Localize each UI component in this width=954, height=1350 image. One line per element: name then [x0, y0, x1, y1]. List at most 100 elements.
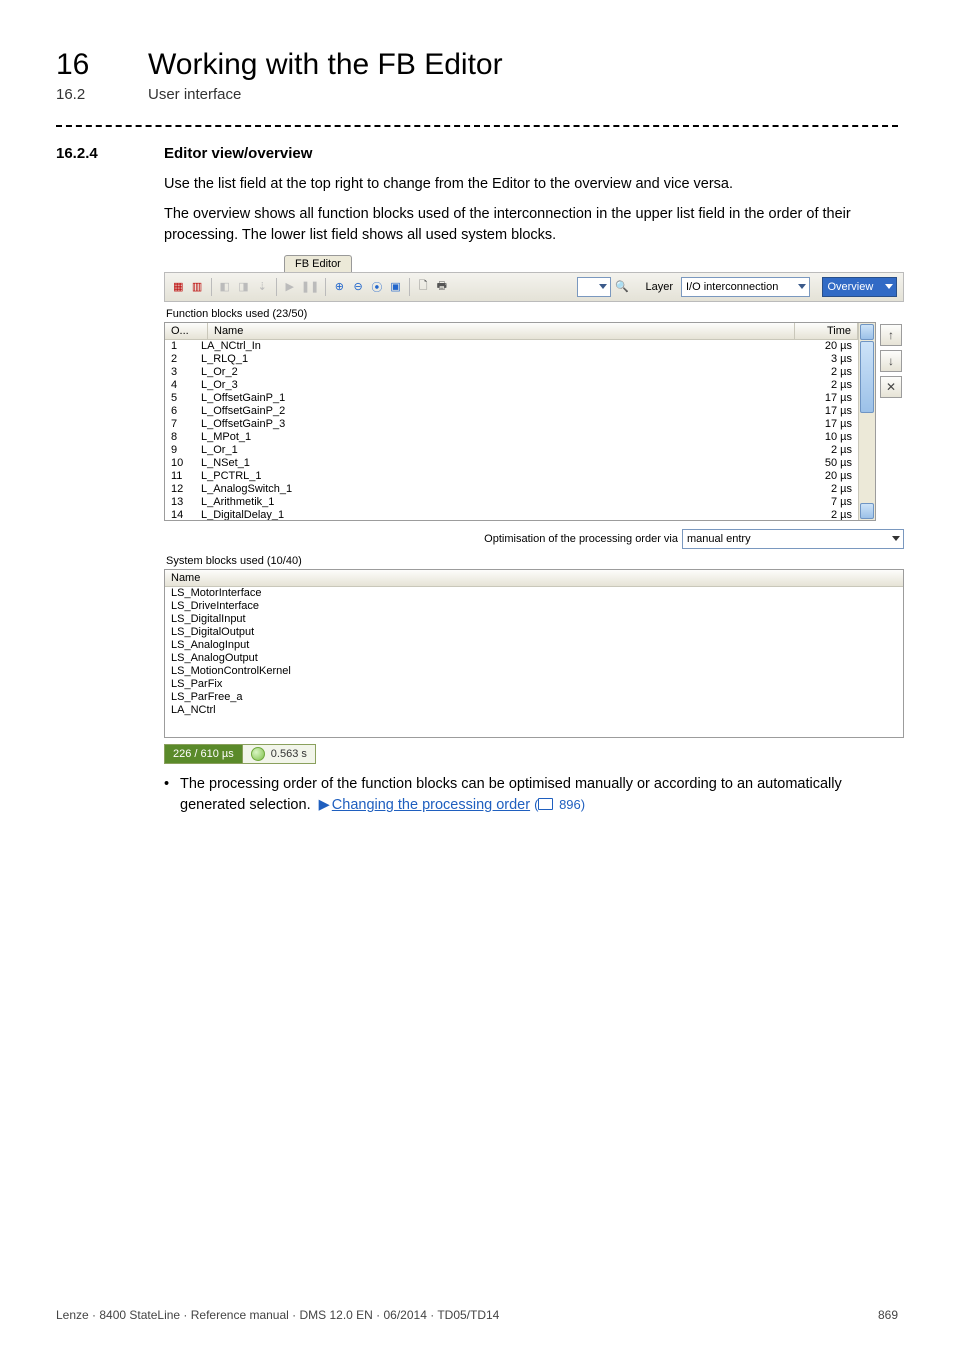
- cell-order: 14: [171, 509, 201, 520]
- table-row[interactable]: 12L_AnalogSwitch_12 µs: [165, 483, 858, 496]
- cell-time: 17 µs: [802, 405, 852, 418]
- cell-order: 4: [171, 379, 201, 392]
- layer-combo[interactable]: I/O interconnection: [681, 277, 810, 297]
- toolbar-icon-2[interactable]: ▥: [190, 278, 205, 296]
- list-item[interactable]: LS_DriveInterface: [171, 600, 897, 613]
- cell-time: 2 µs: [802, 366, 852, 379]
- table-row[interactable]: 14L_DigitalDelay_12 µs: [165, 509, 858, 520]
- toolbar-icon-4[interactable]: ◨: [236, 278, 251, 296]
- table-row[interactable]: 10L_NSet_150 µs: [165, 457, 858, 470]
- cell-name: L_RLQ_1: [201, 353, 802, 366]
- cell-name: L_PCTRL_1: [201, 470, 802, 483]
- table-row[interactable]: 2L_RLQ_13 µs: [165, 353, 858, 366]
- cell-name: L_MPot_1: [201, 431, 802, 444]
- status-usage: 226 / 610 µs: [164, 744, 242, 764]
- toolbar: ▦ ▥ ◧ ◨ ⇣ ▶ ❚❚ ⊕ ⊖ ⦿ ▣ 🗋 🖶 🔍 Layer I/O i…: [164, 272, 904, 302]
- cell-time: 2 µs: [802, 444, 852, 457]
- tab-fb-editor[interactable]: FB Editor: [284, 255, 352, 272]
- toolbar-icon-3[interactable]: ◧: [217, 278, 232, 296]
- col-time[interactable]: Time: [795, 323, 858, 339]
- book-icon: [538, 798, 553, 810]
- view-combo[interactable]: Overview: [822, 277, 896, 297]
- cell-time: 17 µs: [802, 392, 852, 405]
- list-item[interactable]: LS_MotionControlKernel: [171, 665, 897, 678]
- delete-button[interactable]: ✕: [880, 376, 902, 398]
- cell-order: 8: [171, 431, 201, 444]
- cell-time: 10 µs: [802, 431, 852, 444]
- footer-page-number: 869: [878, 1308, 898, 1322]
- cell-time: 20 µs: [802, 340, 852, 353]
- list-item[interactable]: LS_ParFix: [171, 678, 897, 691]
- table-row[interactable]: 4L_Or_32 µs: [165, 379, 858, 392]
- subsection-title: Editor view/overview: [164, 145, 312, 162]
- cell-name: L_DigitalDelay_1: [201, 509, 802, 520]
- move-up-button[interactable]: ↑: [880, 324, 902, 346]
- cell-order: 9: [171, 444, 201, 457]
- link-processing-order[interactable]: Changing the processing order: [332, 797, 530, 813]
- table-row[interactable]: 8L_MPot_110 µs: [165, 431, 858, 444]
- col-name[interactable]: Name: [208, 323, 795, 339]
- cell-name: L_Or_3: [201, 379, 802, 392]
- cell-name: L_NSet_1: [201, 457, 802, 470]
- list-item[interactable]: LS_MotorInterface: [171, 587, 897, 600]
- play-icon[interactable]: ▶: [282, 278, 297, 296]
- search-icon[interactable]: 🔍: [615, 278, 630, 296]
- move-down-button[interactable]: ↓: [880, 350, 902, 372]
- zoom-fit-icon[interactable]: ⦿: [369, 278, 384, 296]
- cell-name: L_OffsetGainP_1: [201, 392, 802, 405]
- scroll-down-icon[interactable]: [860, 503, 874, 519]
- cell-order: 6: [171, 405, 201, 418]
- zoom-out-icon[interactable]: ⊖: [351, 278, 366, 296]
- toolbar-dropdown-small[interactable]: [577, 277, 610, 297]
- cell-time: 20 µs: [802, 470, 852, 483]
- fb-list-header[interactable]: O... Name Time: [165, 323, 858, 340]
- page-reference[interactable]: ( 896): [534, 797, 585, 812]
- function-blocks-caption: Function blocks used (23/50): [166, 308, 904, 320]
- divider: [56, 125, 898, 127]
- new-icon[interactable]: 🗋: [416, 278, 431, 296]
- zoom-in-icon[interactable]: ⊕: [332, 278, 347, 296]
- layer-label: Layer: [645, 281, 673, 293]
- table-row[interactable]: 3L_Or_22 µs: [165, 366, 858, 379]
- list-item[interactable]: LS_AnalogOutput: [171, 652, 897, 665]
- scroll-thumb[interactable]: [860, 341, 874, 413]
- cell-time: 2 µs: [802, 509, 852, 520]
- col-name-sys[interactable]: Name: [165, 570, 903, 586]
- list-item[interactable]: LA_NCtrl: [171, 704, 897, 717]
- scroll-up-icon[interactable]: [860, 324, 874, 340]
- list-item[interactable]: LS_DigitalOutput: [171, 626, 897, 639]
- toolbar-icon-9[interactable]: ▣: [388, 278, 403, 296]
- col-order[interactable]: O...: [165, 323, 208, 339]
- list-item[interactable]: LS_ParFree_a: [171, 691, 897, 704]
- toolbar-icon-5[interactable]: ⇣: [255, 278, 270, 296]
- optimisation-label: Optimisation of the processing order via: [484, 533, 678, 545]
- sys-list-body[interactable]: LS_MotorInterfaceLS_DriveInterfaceLS_Dig…: [165, 587, 903, 737]
- pause-icon[interactable]: ❚❚: [301, 278, 319, 296]
- list-item[interactable]: LS_AnalogInput: [171, 639, 897, 652]
- toolbar-separator: [409, 278, 410, 296]
- cell-time: 17 µs: [802, 418, 852, 431]
- cell-order: 2: [171, 353, 201, 366]
- cell-name: L_OffsetGainP_3: [201, 418, 802, 431]
- table-row[interactable]: 7L_OffsetGainP_317 µs: [165, 418, 858, 431]
- table-row[interactable]: 9L_Or_12 µs: [165, 444, 858, 457]
- print-icon[interactable]: 🖶: [435, 278, 450, 296]
- sys-list-header[interactable]: Name: [165, 570, 903, 587]
- fb-list-body[interactable]: 1LA_NCtrl_In20 µs2L_RLQ_13 µs3L_Or_22 µs…: [165, 340, 858, 520]
- table-row[interactable]: 13L_Arithmetik_17 µs: [165, 496, 858, 509]
- cell-order: 13: [171, 496, 201, 509]
- list-item[interactable]: LS_DigitalInput: [171, 613, 897, 626]
- table-row[interactable]: 6L_OffsetGainP_217 µs: [165, 405, 858, 418]
- optimisation-combo[interactable]: manual entry: [682, 529, 904, 549]
- cell-name: L_AnalogSwitch_1: [201, 483, 802, 496]
- table-row[interactable]: 5L_OffsetGainP_117 µs: [165, 392, 858, 405]
- table-row[interactable]: 1LA_NCtrl_In20 µs: [165, 340, 858, 353]
- toolbar-icon-1[interactable]: ▦: [171, 278, 186, 296]
- table-row[interactable]: 11L_PCTRL_120 µs: [165, 470, 858, 483]
- paragraph-1: Use the list field at the top right to c…: [164, 174, 898, 194]
- status-time-value: 0.563 s: [271, 748, 307, 760]
- scrollbar[interactable]: [858, 323, 875, 520]
- link-arrow-icon: ▶: [319, 797, 330, 813]
- cell-order: 12: [171, 483, 201, 496]
- app-screenshot: FB Editor ▦ ▥ ◧ ◨ ⇣ ▶ ❚❚ ⊕ ⊖ ⦿ ▣ 🗋 🖶 🔍 L…: [164, 255, 904, 764]
